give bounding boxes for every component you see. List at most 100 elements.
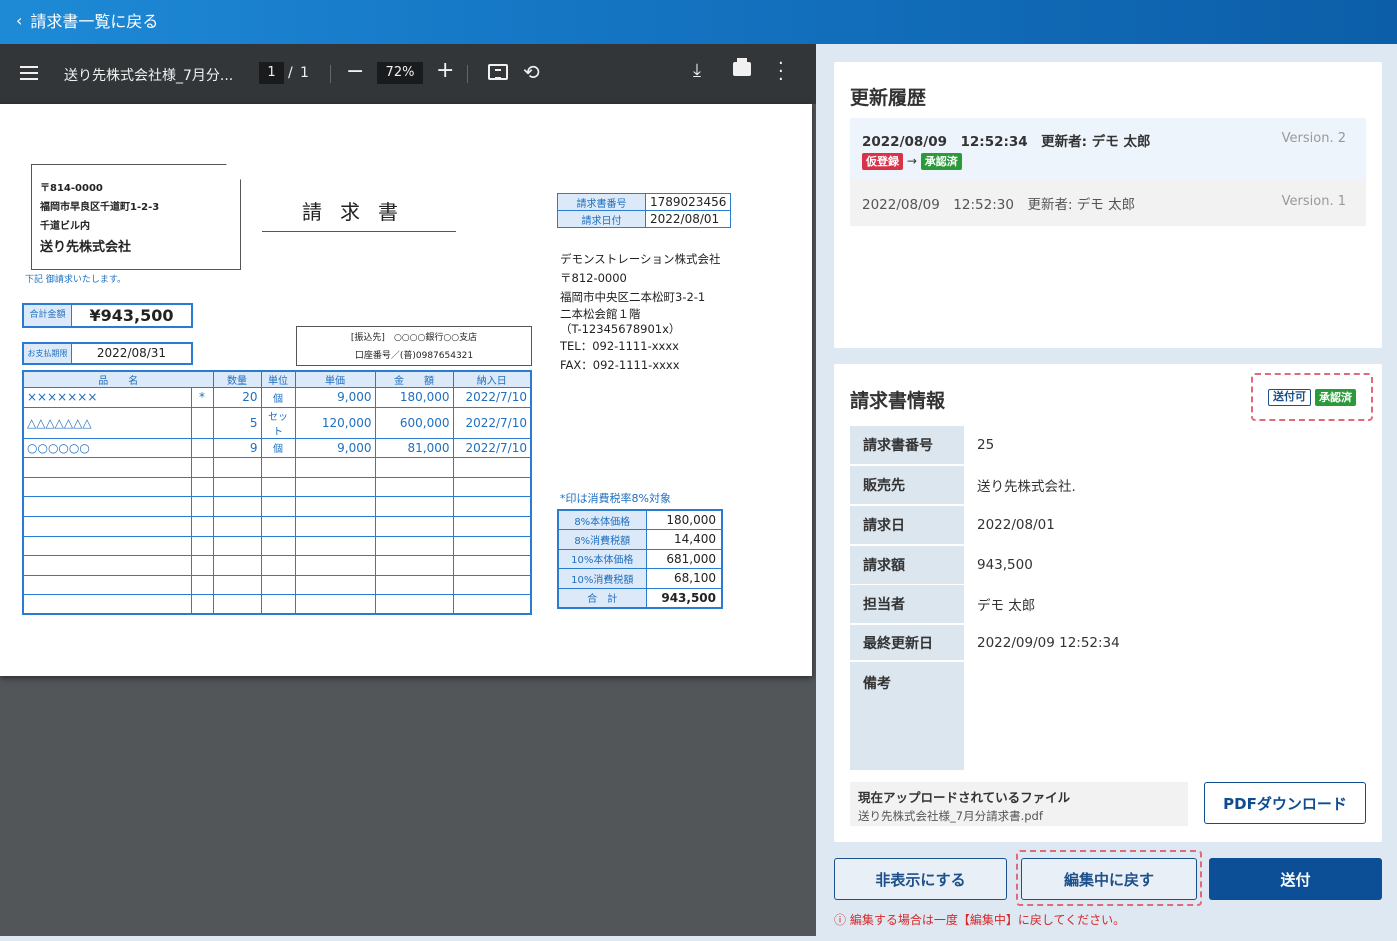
table-cell <box>260 496 296 517</box>
send-button[interactable]: 送付 <box>1209 858 1382 900</box>
info-key: 請求額 <box>850 546 964 584</box>
total-amount-box: 合計金額 ¥943,500 <box>22 303 193 328</box>
pdf-file-title: 送り先株式会社様_7月分... <box>64 68 234 84</box>
zoom-in-icon[interactable]: + <box>436 58 454 83</box>
history-title: 更新履歴 <box>850 87 927 109</box>
arrow-icon: → <box>906 154 917 168</box>
tax-label: 合 計 <box>557 587 647 608</box>
table-cell: 9,000 <box>294 387 376 408</box>
current-file-box: 現在アップロードされているファイル 送り先株式会社様_7月分請求書.pdf <box>850 782 1188 826</box>
page-separator: / <box>288 65 293 81</box>
invoice-number-label: 請求書番号 <box>557 193 646 211</box>
table-cell <box>374 535 454 557</box>
info-row: 最終更新日 2022/09/09 12:52:34 <box>850 625 1366 660</box>
fit-page-icon[interactable] <box>488 64 508 80</box>
col-header-item: 品 名 <box>22 370 214 388</box>
table-cell <box>374 476 454 498</box>
table-cell <box>260 515 296 537</box>
issuer-name: デモンストレーション株式会社 <box>560 252 721 266</box>
tax-label: 8%本体価格 <box>557 509 647 530</box>
more-vert-icon[interactable]: · · · <box>778 55 784 89</box>
back-link-label: 請求書一覧に戻る <box>30 12 159 31</box>
table-cell <box>22 574 192 596</box>
meta-row: 請求書番号 1789023456 <box>557 193 732 211</box>
table-cell <box>22 594 192 615</box>
issuer-tel: TEL：092-1111-xxxx <box>560 339 679 353</box>
table-cell <box>452 535 532 557</box>
tax-row: 合 計 943,500 <box>557 587 723 608</box>
send-ready-badge: 送付可 <box>1268 388 1311 406</box>
table-cell: 9,000 <box>294 437 376 459</box>
table-cell <box>190 555 214 576</box>
table-cell: 180,000 <box>374 387 454 408</box>
table-row: ××××××× * 20 個 9,000 180,000 2022/7/10 <box>22 387 532 408</box>
table-cell: ××××××× <box>22 387 192 408</box>
col-header-delivery: 納入日 <box>452 370 532 388</box>
history-entry[interactable]: 2022/08/09 12:52:34 更新者: デモ 太郎 Version. … <box>850 118 1366 180</box>
tax-label: 10%本体価格 <box>557 548 647 569</box>
tax-value: 68,100 <box>645 568 723 589</box>
issuer-registration: （T-12345678901x） <box>560 322 681 336</box>
recipient-address2: 千道ビル内 <box>40 221 90 232</box>
table-cell <box>212 496 262 517</box>
table-row <box>22 555 532 576</box>
menu-icon[interactable] <box>20 66 38 80</box>
col-header-unit: 単位 <box>260 370 296 388</box>
table-cell: 120,000 <box>294 406 376 439</box>
history-entry-text: 2022/08/09 12:52:30 更新者: デモ 太郎 <box>862 197 1136 213</box>
pdf-download-button[interactable]: PDFダウンロード <box>1204 782 1366 824</box>
table-cell: 2022/7/10 <box>452 437 532 459</box>
table-cell <box>22 496 192 517</box>
tax-label: 8%消費税額 <box>557 529 647 550</box>
zoom-out-icon[interactable]: − <box>346 59 364 84</box>
page-number-input[interactable]: 1 <box>259 62 284 84</box>
info-value: 943,500 <box>977 557 1033 573</box>
back-to-editing-button[interactable]: 編集中に戻す <box>1021 858 1197 900</box>
table-cell: 9 <box>212 437 262 459</box>
rotate-icon[interactable]: ⟲ <box>523 60 540 84</box>
invoice-date-label: 請求日付 <box>557 210 646 228</box>
hide-button[interactable]: 非表示にする <box>834 858 1007 900</box>
table-cell <box>22 535 192 557</box>
table-cell <box>294 496 376 517</box>
info-key: 担当者 <box>850 585 964 623</box>
zoom-input[interactable]: 72% <box>377 62 423 84</box>
tax-row: 8%本体価格 180,000 <box>557 509 723 530</box>
edit-warning-text: ⓘ 編集する場合は一度【編集中】に戻してください。 <box>834 913 1126 927</box>
total-amount-value: ¥943,500 <box>89 306 174 325</box>
status-transition: 仮登録 → 承認済 <box>862 153 962 170</box>
issuer-address1: 福岡市中央区二本松町3-2-1 <box>560 290 706 304</box>
pdf-viewer: 送り先株式会社様_7月分... 1 / 1 − 72% + ⟲ ⤓ · · · 〒8… <box>0 44 816 936</box>
table-cell <box>212 476 262 498</box>
table-cell: * <box>190 387 214 408</box>
table-cell <box>190 437 214 459</box>
table-row <box>22 457 532 478</box>
table-cell <box>452 457 532 478</box>
download-icon[interactable]: ⤓ <box>693 60 701 81</box>
approved-badge: 承認済 <box>1315 388 1356 406</box>
issuer-address2: 二本松会館１階 <box>560 307 641 321</box>
table-cell: 個 <box>260 387 296 408</box>
table-cell <box>294 555 376 576</box>
tax-row: 10%消費税額 68,100 <box>557 568 723 589</box>
table-cell <box>374 496 454 517</box>
history-entry[interactable]: 2022/08/09 12:52:30 更新者: デモ 太郎 Version. … <box>850 180 1366 226</box>
recipient-address-box: 〒814-0000 福岡市早良区千道町1-2-3 千道ビル内 送り先株式会社 <box>31 164 241 270</box>
print-icon[interactable] <box>733 58 751 76</box>
recipient-name: 送り先株式会社 <box>40 240 132 255</box>
table-cell: 81,000 <box>374 437 454 459</box>
tax-value: 14,400 <box>645 529 723 550</box>
table-cell <box>212 515 262 537</box>
table-cell <box>260 535 296 557</box>
back-to-invoice-list-link[interactable]: ‹ 請求書一覧に戻る <box>16 8 158 32</box>
status-badge-approved: 承認済 <box>920 153 962 170</box>
table-cell: セット <box>260 406 296 439</box>
col-header-price: 単価 <box>294 370 376 388</box>
tax-value: 180,000 <box>645 509 723 530</box>
info-key: 請求書番号 <box>850 426 964 464</box>
bank-line2: 口座番号／(普)0987654321 <box>354 351 474 361</box>
info-value: 送り先株式会社. <box>977 479 1076 495</box>
tax-value: 681,000 <box>645 548 723 569</box>
table-cell <box>190 476 214 498</box>
toolbar-divider <box>467 65 468 83</box>
